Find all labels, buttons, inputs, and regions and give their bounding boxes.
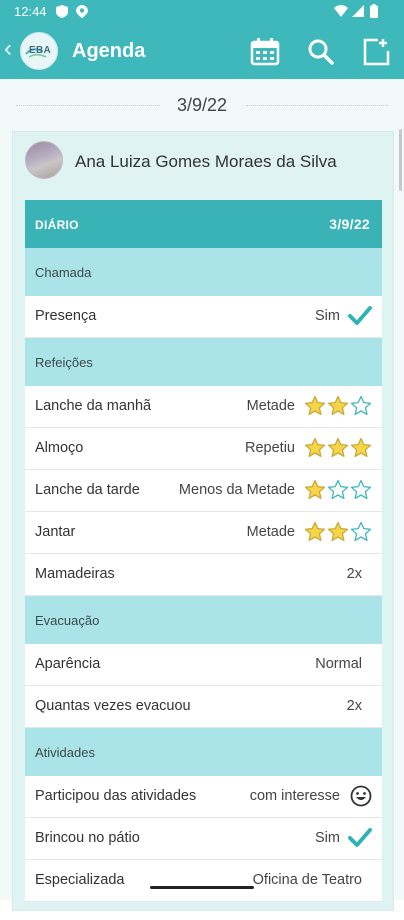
row-aparencia: Aparência Normal (25, 644, 382, 686)
row-value: Normal (315, 656, 362, 672)
row-value: 2x (346, 698, 362, 714)
star-filled-icon (304, 437, 326, 458)
rating-stars (303, 437, 372, 459)
row-almoco: Almoço Repetiu (25, 428, 382, 470)
rating-stars (303, 479, 372, 501)
row-especializada: Especializada Oficina de Teatro (25, 860, 382, 902)
star-filled-icon (327, 437, 349, 458)
smiley-icon (350, 785, 372, 811)
page-title: Agenda (72, 40, 146, 62)
star-filled-icon (304, 479, 326, 500)
diario-label: DIÁRIO (35, 218, 79, 232)
section-header-chamada: Chamada (25, 248, 382, 296)
battery-icon (370, 4, 378, 21)
star-empty-icon (350, 395, 372, 416)
star-empty-icon (350, 521, 372, 542)
diario-header: DIÁRIO 3/9/22 (25, 200, 382, 248)
diario-date: 3/9/22 (329, 216, 370, 232)
status-bar: 12:44 (0, 0, 404, 24)
check-icon (348, 827, 372, 853)
row-lanche-da-manha: Lanche da manhã Metade (25, 386, 382, 428)
row-label: Mamadeiras (35, 566, 115, 582)
star-empty-icon (327, 479, 349, 500)
section-header-evacuacao: Evacuação (25, 596, 382, 644)
row-value: Oficina de Teatro (252, 872, 362, 888)
row-value: Menos da Metade (178, 482, 295, 498)
signal-icon (352, 5, 364, 20)
app-bar: ‹ EBA Agenda (0, 24, 404, 79)
check-icon (348, 305, 372, 331)
date-separator-label: 3/9/22 (176, 95, 228, 115)
row-label: Brincou no pátio (35, 830, 140, 846)
row-label: Lanche da tarde (35, 482, 140, 498)
row-label: Almoço (35, 440, 84, 456)
star-filled-icon (327, 521, 349, 542)
star-filled-icon (327, 395, 349, 416)
shield-status-icon (56, 5, 68, 21)
row-label: Lanche da manhã (35, 398, 152, 414)
calendar-icon[interactable] (250, 37, 280, 67)
section-header-refeicoes: Refeições (25, 338, 382, 386)
star-filled-icon (304, 395, 326, 416)
location-status-icon (76, 5, 88, 21)
row-label: Jantar (35, 524, 76, 540)
diario-table: DIÁRIO 3/9/22 Chamada Presença Sim Refei… (25, 200, 382, 920)
row-brincou-no-patio: Brincou no pátio Sim (25, 818, 382, 860)
row-value: 2x (346, 566, 362, 582)
row-value: Metade (246, 398, 295, 414)
star-filled-icon (304, 521, 326, 542)
rating-stars (303, 395, 372, 417)
status-time: 12:44 (14, 4, 47, 19)
row-label: Aparência (35, 656, 101, 672)
scrollbar[interactable] (399, 129, 402, 191)
row-label: Presença (35, 308, 97, 324)
avatar[interactable] (25, 141, 63, 179)
rating-stars (303, 521, 372, 543)
date-separator: 3/9/22 (0, 79, 404, 129)
row-value: com interesse (249, 788, 340, 804)
home-indicator[interactable] (150, 886, 254, 889)
row-quantas-vezes-evacuou: Quantas vezes evacuou 2x (25, 686, 382, 728)
row-value: Sim (315, 830, 340, 846)
wifi-icon (334, 5, 348, 20)
row-value: Sim (315, 308, 340, 324)
section-header-atividades: Atividades (25, 728, 382, 776)
agenda-card: Ana Luiza Gomes Moraes da Silva DIÁRIO 3… (12, 131, 394, 911)
student-name: Ana Luiza Gomes Moraes da Silva (75, 152, 337, 171)
row-jantar: Jantar Metade (25, 512, 382, 554)
star-empty-icon (350, 479, 372, 500)
new-note-icon[interactable] (361, 37, 391, 67)
row-participou-das-atividades: Participou das atividades com interesse (25, 776, 382, 818)
logo-text: EBA (28, 45, 51, 56)
row-label: Participou das atividades (35, 788, 197, 804)
search-icon[interactable] (306, 37, 336, 67)
school-logo[interactable]: EBA (20, 32, 58, 70)
row-mamadeiras: Mamadeiras 2x (25, 554, 382, 596)
row-value: Repetiu (245, 440, 295, 456)
row-presenca: Presença Sim (25, 296, 382, 338)
feed: 3/9/22 Ana Luiza Gomes Moraes da Silva D… (0, 79, 404, 911)
back-chevron-icon[interactable]: ‹ (4, 37, 12, 61)
row-value: Metade (246, 524, 295, 540)
star-filled-icon (350, 437, 372, 458)
row-label: Quantas vezes evacuou (35, 698, 191, 714)
row-lanche-da-tarde: Lanche da tarde Menos da Metade (25, 470, 382, 512)
row-label: Especializada (35, 872, 125, 888)
